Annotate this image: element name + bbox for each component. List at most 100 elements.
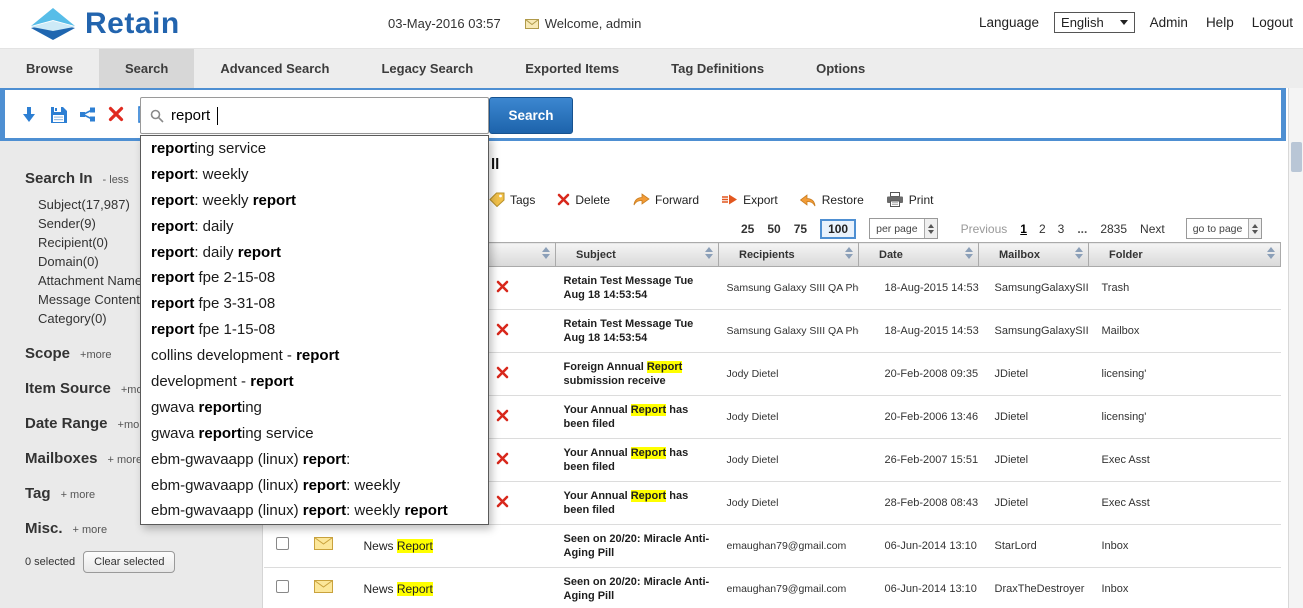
sidebar-section-toggle[interactable]: - less (103, 174, 129, 186)
language-value: English (1061, 15, 1104, 30)
folder-cell: Trash (1089, 267, 1281, 310)
tab-browse[interactable]: Browse (0, 49, 99, 88)
from-cell: News Report (346, 568, 556, 608)
tab-legacy-search[interactable]: Legacy Search (355, 49, 499, 88)
table-row[interactable]: News ReportSeen on 20/20: Miracle Anti-A… (264, 568, 1281, 608)
sort-arrows-icon[interactable] (542, 247, 550, 259)
subject-cell: Foreign Annual Report submission receive (556, 353, 719, 396)
tags-action-button[interactable]: Tags (489, 192, 535, 207)
forward-action-button[interactable]: Forward (632, 192, 699, 207)
column-header-folder[interactable]: Folder (1089, 243, 1281, 267)
page-link-1[interactable]: 1 (1020, 222, 1027, 236)
autocomplete-item[interactable]: ebm-gwavaapp (linux) report: weekly (141, 473, 488, 499)
autocomplete-item[interactable]: development - report (141, 369, 488, 395)
table-row[interactable]: News ReportSeen on 20/20: Miracle Anti-A… (264, 525, 1281, 568)
delete-action-button[interactable]: Delete (557, 193, 610, 207)
sidebar-section-toggle[interactable]: + more (108, 454, 143, 466)
delete-button[interactable] (105, 103, 127, 125)
autocomplete-item[interactable]: reporting service (141, 136, 488, 162)
share-button[interactable] (76, 103, 98, 125)
mailbox-cell: SamsungGalaxySIII (979, 267, 1089, 310)
stepper-arrows[interactable] (1248, 219, 1261, 238)
red-x-icon (496, 409, 509, 422)
page-links: 123 (1020, 222, 1064, 236)
envelope-icon (314, 537, 333, 550)
sidebar-section-toggle[interactable]: +more (80, 349, 112, 361)
row-checkbox[interactable] (276, 537, 289, 550)
goto-page-input[interactable]: go to page (1186, 218, 1263, 239)
row-checkbox[interactable] (276, 580, 289, 593)
page-size-50[interactable]: 50 (767, 222, 780, 236)
page-size-75[interactable]: 75 (794, 222, 807, 236)
tab-tag-definitions[interactable]: Tag Definitions (645, 49, 790, 88)
recipients-cell: emaughan79@gmail.com (719, 568, 859, 608)
autocomplete-item[interactable]: report: weekly report (141, 188, 488, 214)
sidebar-section-toggle[interactable]: + more (73, 524, 108, 536)
sort-arrows-icon[interactable] (845, 247, 853, 259)
sort-arrows-icon[interactable] (1075, 247, 1083, 259)
autocomplete-item[interactable]: report fpe 2-15-08 (141, 265, 488, 291)
language-select[interactable]: English (1054, 12, 1135, 33)
recipients-cell: Samsung Galaxy SIII QA Phone (719, 310, 859, 353)
column-header-date[interactable]: Date (859, 243, 979, 267)
sidebar-section-toggle[interactable]: + more (61, 489, 96, 501)
sort-arrows-icon[interactable] (1267, 247, 1275, 259)
search-button[interactable]: Search (489, 97, 573, 134)
page-size-25[interactable]: 25 (741, 222, 754, 236)
topbar: Retain 03-May-2016 03:57 Welcome, admin … (0, 0, 1303, 48)
select-cell (264, 568, 302, 608)
status-icon-wrap (496, 452, 509, 468)
sort-arrows-icon[interactable] (705, 247, 713, 259)
sort-arrows-icon[interactable] (965, 247, 973, 259)
autocomplete-item[interactable]: report fpe 3-31-08 (141, 291, 488, 317)
topbar-center: 03-May-2016 03:57 Welcome, admin (388, 16, 641, 31)
tab-exported-items[interactable]: Exported Items (499, 49, 645, 88)
search-input[interactable]: report (140, 97, 489, 134)
restore-action-button[interactable]: Restore (800, 193, 864, 207)
save-button[interactable] (47, 103, 69, 125)
autocomplete-item[interactable]: ebm-gwavaapp (linux) report: (141, 447, 488, 473)
mailbox-cell: SamsungGalaxySIII (979, 310, 1089, 353)
mailbox-cell: JDietel (979, 353, 1089, 396)
subject-cell: Seen on 20/20: Miracle Anti-Aging Pill (556, 568, 719, 608)
tab-advanced-search[interactable]: Advanced Search (194, 49, 355, 88)
status-icon-wrap (496, 495, 509, 511)
nav-link-logout[interactable]: Logout (1252, 15, 1293, 30)
text-cursor (217, 107, 218, 125)
autocomplete-item[interactable]: report fpe 1-15-08 (141, 317, 488, 343)
autocomplete-item[interactable]: report: daily (141, 214, 488, 240)
nav-link-admin[interactable]: Admin (1150, 15, 1188, 30)
scrollbar-thumb[interactable] (1291, 142, 1302, 172)
page-link-2[interactable]: 2 (1039, 222, 1046, 236)
download-button[interactable] (18, 103, 40, 125)
column-header-subject[interactable]: Subject (556, 243, 719, 267)
export-action-button[interactable]: Export (721, 193, 778, 207)
autocomplete-item[interactable]: report: daily report (141, 240, 488, 266)
column-header-recipients[interactable]: Recipients (719, 243, 859, 267)
clear-selected-button[interactable]: Clear selected (83, 551, 175, 573)
topbar-right: Language English AdminHelpLogout (979, 12, 1293, 33)
next-page-link[interactable]: Next (1140, 222, 1165, 236)
autocomplete-item[interactable]: ebm-gwavaapp (linux) report: weekly repo… (141, 498, 488, 524)
tab-options[interactable]: Options (790, 49, 891, 88)
last-page-link[interactable]: 2835 (1100, 222, 1127, 236)
vertical-scrollbar[interactable] (1288, 88, 1303, 608)
autocomplete-item[interactable]: collins development - report (141, 343, 488, 369)
active-page-size[interactable]: 100 (820, 219, 856, 239)
page-link-3[interactable]: 3 (1058, 222, 1065, 236)
select-arrow-icon (1120, 20, 1128, 25)
tab-search[interactable]: Search (99, 49, 194, 88)
column-header-mailbox[interactable]: Mailbox (979, 243, 1089, 267)
per-page-selector[interactable]: per page (869, 218, 937, 239)
print-action-button[interactable]: Print (886, 192, 934, 207)
retain-app: Retain 03-May-2016 03:57 Welcome, admin … (0, 0, 1303, 608)
autocomplete-item[interactable]: report: weekly (141, 162, 488, 188)
stepper-arrows[interactable] (924, 219, 937, 238)
autocomplete-item[interactable]: gwava reporting (141, 395, 488, 421)
autocomplete-item[interactable]: gwava reporting service (141, 421, 488, 447)
delete-icon (108, 106, 124, 122)
previous-page-link[interactable]: Previous (961, 222, 1008, 236)
nav-link-help[interactable]: Help (1206, 15, 1234, 30)
partially-hidden-label: ll (491, 156, 499, 173)
sidebar-section-title: Misc. (25, 520, 63, 537)
